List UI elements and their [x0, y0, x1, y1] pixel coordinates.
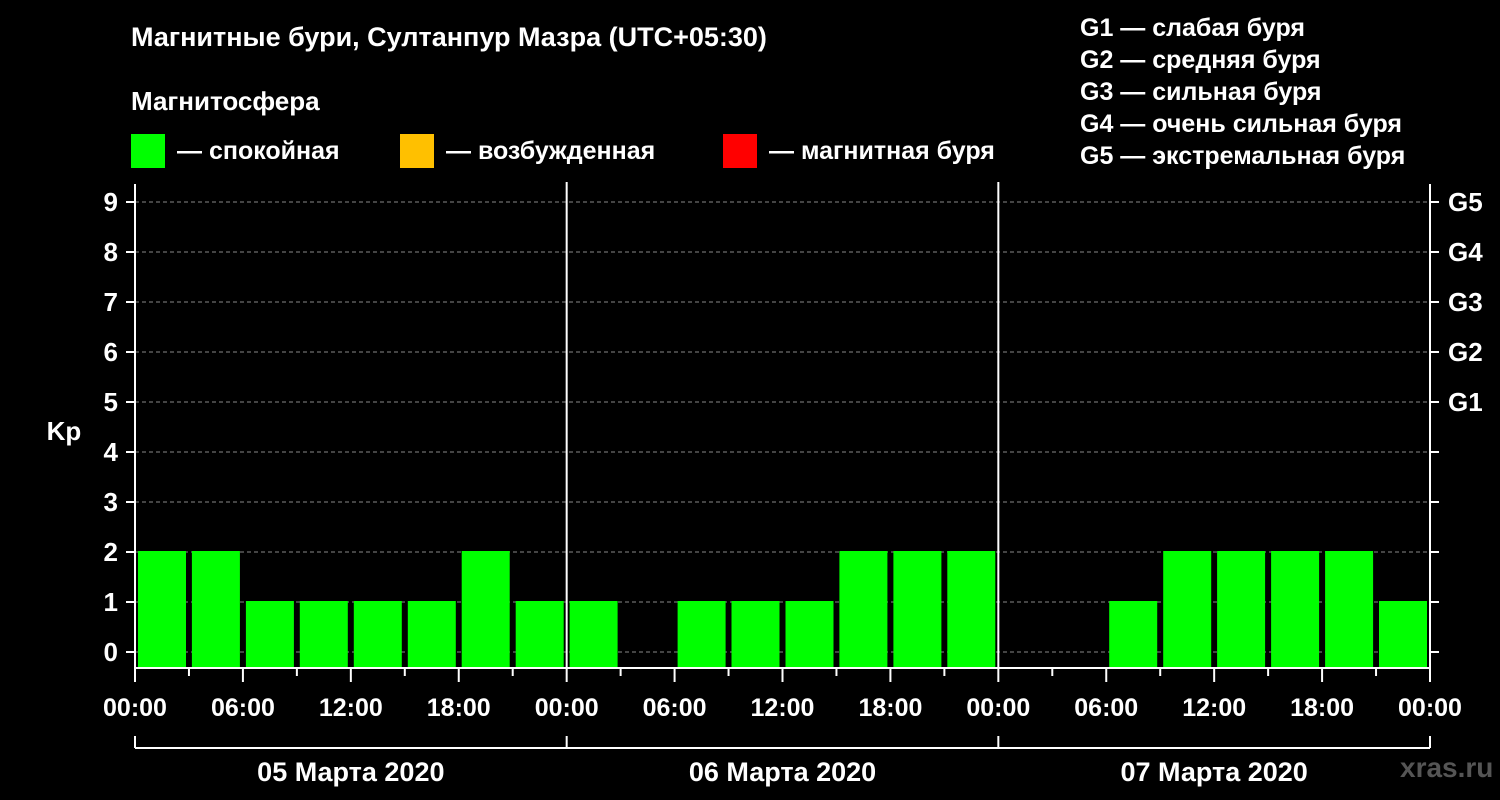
x-tick-label: 06:00 — [643, 694, 707, 722]
legend-label-active: — возбужденная — [446, 136, 656, 165]
x-tick-label: 18:00 — [427, 694, 491, 722]
kp-bar — [731, 601, 780, 668]
legend-swatch-active — [400, 134, 434, 168]
kp-bar — [138, 551, 186, 668]
g-legend-item-g4: G4 — очень сильная буря — [1080, 110, 1402, 138]
g-legend-item-g1: G1 — слабая буря — [1080, 14, 1306, 42]
kp-bar — [947, 551, 996, 668]
kp-bar — [1217, 551, 1266, 668]
x-tick-label: 18:00 — [1290, 694, 1354, 722]
y-tick-label: 3 — [104, 487, 118, 517]
chart-title: Магнитные бури, Султанпур Мазра (UTC+05:… — [131, 22, 767, 52]
day-label: 07 Марта 2020 — [1121, 757, 1308, 787]
g-level-label: G5 — [1448, 187, 1483, 217]
g-legend-item-g3: G3 — сильная буря — [1080, 78, 1322, 106]
y-tick-label: 9 — [104, 187, 118, 217]
x-tick-label: 00:00 — [535, 694, 599, 722]
legend-label-quiet: — спокойная — [177, 136, 340, 165]
kp-bar — [569, 601, 618, 668]
day-label: 06 Марта 2020 — [689, 757, 876, 787]
g-scale-legend: G1 — слабая буря G2 — средняя буря G3 — … — [1080, 12, 1405, 172]
kp-bar — [677, 601, 726, 668]
kp-bar — [1163, 551, 1212, 668]
kp-bar — [1379, 601, 1427, 668]
g-level-label: G3 — [1448, 287, 1483, 317]
x-tick-label: 18:00 — [858, 694, 922, 722]
y-axis-label: Kp — [47, 416, 82, 446]
kp-bar — [461, 551, 510, 668]
x-tick-label: 00:00 — [966, 694, 1030, 722]
x-tick-label: 12:00 — [751, 694, 815, 722]
x-tick-label: 12:00 — [1182, 694, 1246, 722]
kp-bar — [1109, 601, 1158, 668]
x-tick-label: 00:00 — [103, 694, 167, 722]
legend-item-quiet: — спокойная — [131, 134, 340, 168]
y-tick-label: 6 — [104, 337, 118, 367]
legend-swatch-storm — [723, 134, 757, 168]
legend-label-storm: — магнитная буря — [769, 136, 995, 165]
y-tick-label: 8 — [104, 237, 118, 267]
kp-bar — [299, 601, 348, 668]
kp-bar — [353, 601, 402, 668]
legend-item-active: — возбужденная — [400, 134, 655, 168]
kp-bar — [515, 601, 564, 668]
y-tick-label: 2 — [104, 537, 118, 567]
kp-bar — [191, 551, 240, 668]
g-level-label: G1 — [1448, 387, 1483, 417]
kp-bar — [407, 601, 456, 668]
y-tick-label: 7 — [104, 287, 118, 317]
y-tick-label: 4 — [104, 437, 119, 467]
legend-item-storm: — магнитная буря — [723, 134, 995, 168]
kp-bar — [839, 551, 888, 668]
kp-bar — [893, 551, 942, 668]
y-tick-label: 5 — [104, 387, 118, 417]
legend-swatch-quiet — [131, 134, 165, 168]
kp-bar — [245, 601, 294, 668]
g-legend-item-g2: G2 — средняя буря — [1080, 46, 1321, 74]
x-tick-label: 06:00 — [1074, 694, 1138, 722]
kp-bar — [1325, 551, 1374, 668]
watermark: xras.ru — [1400, 752, 1494, 783]
g-level-label: G2 — [1448, 337, 1483, 367]
day-label: 05 Марта 2020 — [257, 757, 444, 787]
kp-bar — [785, 601, 834, 668]
chart-subtitle: Магнитосфера — [131, 86, 320, 116]
kp-bar — [1271, 551, 1320, 668]
x-tick-label: 00:00 — [1398, 694, 1462, 722]
y-tick-label: 0 — [104, 637, 118, 667]
x-tick-label: 12:00 — [319, 694, 383, 722]
y-tick-label: 1 — [104, 587, 118, 617]
g-level-label: G4 — [1448, 237, 1483, 267]
g-legend-item-g5: G5 — экстремальная буря — [1080, 142, 1406, 170]
x-tick-label: 06:00 — [211, 694, 275, 722]
